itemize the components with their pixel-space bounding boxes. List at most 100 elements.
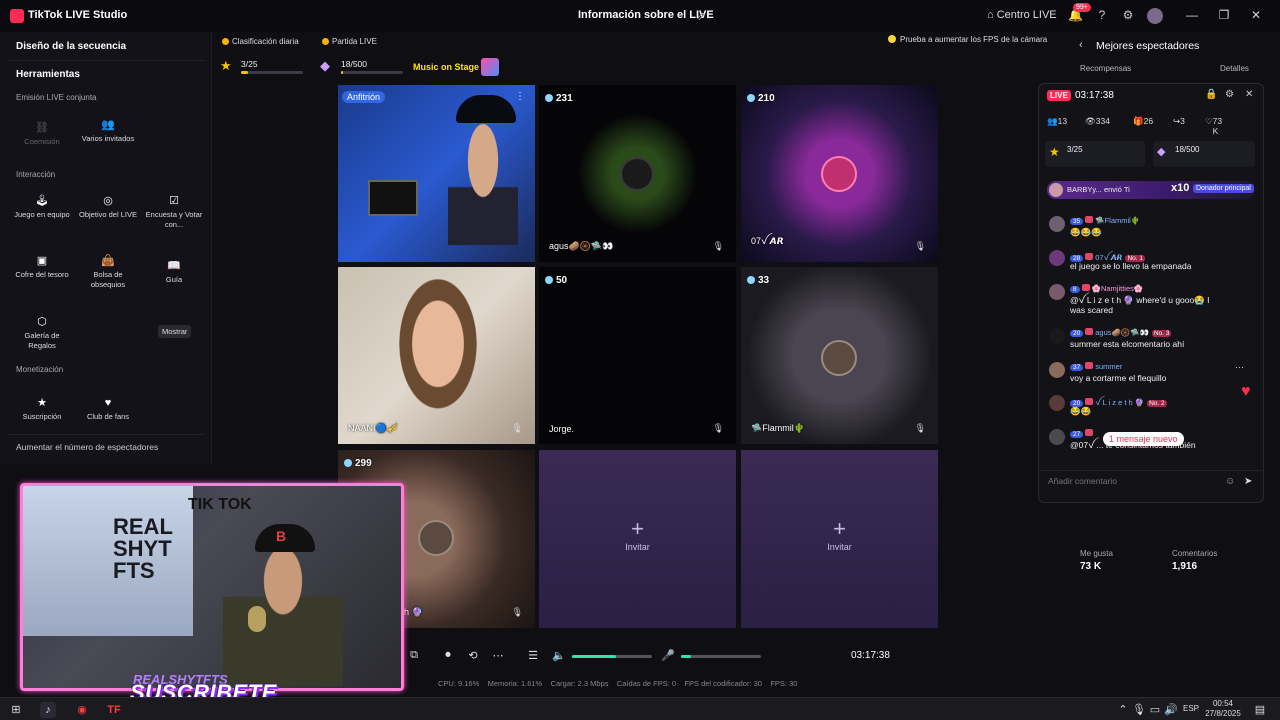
guest-cell-3[interactable]: NAANI🔵🎺 🎙: [338, 267, 535, 444]
treasure-chest-label: Cofre del tesoro: [15, 270, 69, 279]
adjust-icon[interactable]: ☰: [526, 649, 540, 662]
guest-cell-1[interactable]: 231 agus🥔🛞🛸👀 🎙: [539, 85, 736, 262]
more-options-icon[interactable]: ⋮: [515, 91, 525, 102]
poll-tile[interactable]: ☑ Encuesta y Votar con...: [144, 190, 204, 244]
tray-chevron-icon[interactable]: ⌃: [1115, 702, 1131, 718]
settings-icon[interactable]: ⚙: [1225, 89, 1234, 100]
gift-bag-tile[interactable]: 👜 Bolsa de obsequios: [78, 250, 138, 304]
invite-slot-1[interactable]: + Invitar: [539, 450, 736, 628]
team-game-tile[interactable]: 🕹 Juego en equipo: [12, 190, 72, 244]
tray-mic-icon[interactable]: 🎙: [1131, 702, 1147, 718]
volume-slider[interactable]: [572, 655, 652, 658]
fan-club-tile[interactable]: ♥ Club de fans: [78, 392, 138, 446]
daily-ranking-chip[interactable]: Clasificación diaria: [218, 35, 303, 49]
close-icon[interactable]: ✕: [1246, 8, 1266, 22]
comment-input[interactable]: [1048, 476, 1218, 486]
recorder-taskbar-icon[interactable]: ◉: [74, 702, 90, 718]
centro-live-link[interactable]: ⌂ Centro LIVE: [987, 9, 1057, 21]
details-link[interactable]: Detalles: [1220, 64, 1249, 73]
guest-cell-2[interactable]: 210 07ꪜ 𝘼𝙍 🎙: [741, 85, 938, 262]
camera-flip-icon[interactable]: ⟲: [466, 649, 480, 662]
windows-taskbar: ⊞ ♪ ◉ TF ⌃ 🎙 ▭ 🔊 ESP 00:54 27/8/2025 ▤: [0, 697, 1280, 720]
share-icon[interactable]: ⇗: [696, 9, 706, 23]
record-icon[interactable]: ⏺: [441, 649, 455, 662]
gift-gallery-tile[interactable]: ⬡ Galería de Regalos: [12, 311, 72, 365]
upload-stat: Cargar: 2.3 Mbps: [550, 679, 609, 688]
mic-muted-icon[interactable]: 🎙: [713, 241, 724, 252]
subscription-tile[interactable]: ★ Suscripción: [12, 392, 72, 446]
mic-muted-icon[interactable]: 🎙: [713, 423, 724, 434]
tray-volume-icon[interactable]: 🔊: [1163, 702, 1179, 718]
goal-chip-1[interactable]: ★ 3/25: [220, 56, 310, 78]
help-icon[interactable]: ?: [1094, 8, 1110, 24]
guest-viewers: 33: [747, 275, 769, 286]
language-indicator[interactable]: ESP: [1183, 704, 1199, 713]
title-bar: TikTok LIVE Studio Información sobre el …: [0, 0, 1280, 32]
back-chevron-icon[interactable]: ‹: [1079, 39, 1083, 51]
message-more-icon[interactable]: ⋯: [1235, 362, 1244, 373]
send-icon[interactable]: ➤: [1244, 476, 1252, 487]
new-messages-pill[interactable]: 1 mensaje nuevo: [1103, 432, 1184, 446]
username[interactable]: agus🥔🛞🛸👀: [1095, 328, 1149, 337]
live-goal-tile[interactable]: ◎ Objetivo del LIVE: [78, 190, 138, 244]
rewards-link[interactable]: Recompensas: [1080, 64, 1131, 73]
viewer-icon: [545, 276, 553, 284]
guest-cell-4[interactable]: 50 Jorge. 🎙: [539, 267, 736, 444]
music-stage-icon[interactable]: [481, 58, 499, 76]
live-info-title[interactable]: Información sobre el LIVE: [578, 9, 714, 21]
username[interactable]: summer: [1095, 362, 1122, 371]
settings-gear-icon[interactable]: ⚙: [1120, 8, 1136, 24]
emoji-icon[interactable]: ☺: [1225, 476, 1235, 487]
username[interactable]: 🛸Flammil🌵: [1095, 216, 1140, 225]
maximize-icon[interactable]: ❐: [1214, 8, 1234, 22]
show-tooltip: Mostrar: [158, 325, 192, 338]
guest-cell-5[interactable]: 33 🛸Flammil🌵 🎙: [741, 267, 938, 444]
music-on-stage-label[interactable]: Music on Stage: [413, 62, 479, 72]
gift-gallery-label: Galería de Regalos: [24, 331, 60, 350]
username[interactable]: 🌸Namjitties🌸: [1092, 284, 1144, 293]
multi-guest-tile[interactable]: 👥 Varios invitados: [78, 114, 138, 168]
notifications-icon[interactable]: ▤: [1252, 702, 1268, 718]
guest-name: 🛸Flammil🌵: [751, 423, 805, 433]
user-avatar[interactable]: [1147, 8, 1163, 24]
plus-icon: +: [631, 516, 644, 541]
mic-muted-icon[interactable]: 🎙: [915, 423, 926, 434]
goal-chip-a[interactable]: ★ 3/25: [1045, 141, 1145, 167]
tf-taskbar-icon[interactable]: TF: [106, 702, 122, 718]
star-goal-icon: ★: [1049, 145, 1060, 159]
fps-hint[interactable]: Prueba a aumentar los FPS de la cámara: [888, 35, 1047, 44]
mic-muted-icon[interactable]: 🎙: [915, 241, 926, 252]
treasure-chest-tile[interactable]: ▣ Cofre del tesoro: [12, 250, 72, 304]
avatar: [1049, 362, 1065, 378]
like-heart-icon[interactable]: ♥: [1241, 384, 1257, 400]
host-video-cell[interactable]: Anfitrión ⋮: [338, 85, 535, 262]
tray-display-icon[interactable]: ▭: [1147, 702, 1163, 718]
tiktok-taskbar-icon[interactable]: ♪: [40, 702, 56, 718]
username[interactable]: ꪜ L i z e t h 🔮: [1095, 398, 1144, 407]
fan-heart-icon: [1085, 362, 1094, 369]
layout-icon[interactable]: ⧉: [407, 649, 421, 662]
guide-label: Guía: [165, 275, 183, 284]
webcam-overlay: REAL SHYT FTS TIK TOK B: [20, 483, 404, 691]
app-title: TikTok LIVE Studio: [28, 9, 128, 21]
goal-chip-b[interactable]: ◆ 18/500: [1153, 141, 1255, 167]
mic-slider[interactable]: [681, 655, 761, 658]
mic-muted-icon[interactable]: 🎙: [512, 423, 523, 434]
guide-tile[interactable]: 📖 Guía: [144, 255, 204, 309]
windows-start-icon[interactable]: ⊞: [8, 702, 24, 718]
goal-chip-2[interactable]: ◆ 18/500: [320, 56, 410, 78]
shares-count: 3: [1180, 116, 1185, 126]
invite-slot-2[interactable]: + Invitar: [741, 450, 938, 628]
microphone-icon[interactable]: 🎤: [661, 649, 675, 662]
coemision-tile[interactable]: ⛓ Coemisión: [12, 117, 72, 171]
lock-icon[interactable]: 🔒: [1205, 89, 1217, 100]
boost-viewers-link[interactable]: Aumentar el número de espectadores: [16, 442, 158, 452]
close-chat-icon[interactable]: ✕: [1245, 89, 1253, 100]
more-icon[interactable]: ⋯: [491, 649, 505, 662]
mic-muted-icon[interactable]: 🎙: [512, 607, 523, 618]
live-match-chip[interactable]: Partida LIVE: [318, 35, 381, 49]
minimize-icon[interactable]: —: [1182, 8, 1202, 22]
speaker-icon[interactable]: 🔈: [552, 649, 566, 662]
clock[interactable]: 00:54 27/8/2025: [1203, 699, 1243, 719]
stream-design-heading[interactable]: Diseño de la secuencia: [16, 41, 126, 52]
